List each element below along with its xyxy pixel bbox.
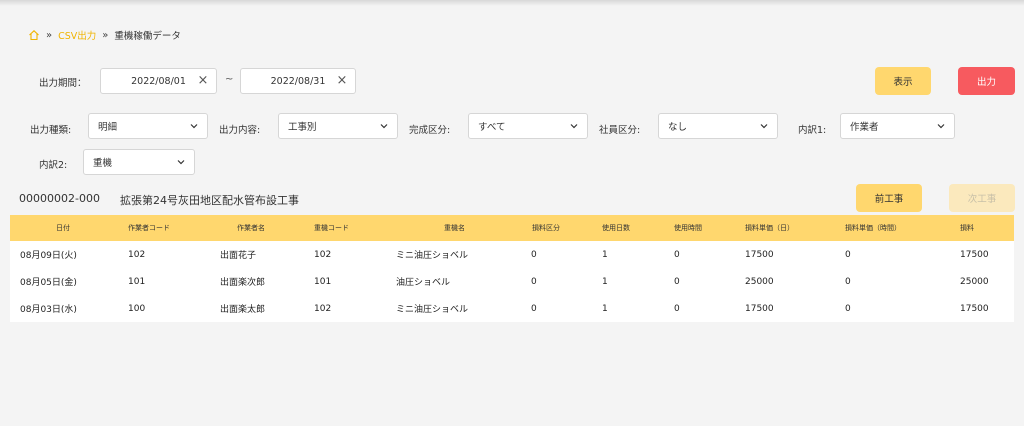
- completion-label: 完成区分:: [409, 125, 451, 136]
- cell-worker-name: 出面楽太郎: [220, 305, 266, 315]
- project-id: 00000002-000: [19, 192, 100, 205]
- cell-date: 08月03日(水): [20, 305, 77, 315]
- header-rental-fee: 損料: [960, 224, 974, 232]
- employee-select-value: なし: [668, 122, 688, 133]
- header-rental-category: 損料区分: [532, 224, 560, 232]
- cell-rental-category: 0: [531, 249, 537, 260]
- cell-rate-day: 25000: [745, 276, 774, 287]
- cell-worker-code: 101: [128, 276, 146, 287]
- cell-days-used: 1: [602, 249, 608, 260]
- chevron-down-icon: [570, 124, 578, 129]
- cell-machine-name: 油圧ショベル: [396, 278, 451, 288]
- export-button[interactable]: 出力: [958, 67, 1015, 95]
- header-days-used: 使用日数: [602, 224, 630, 232]
- breadcrumb-separator: »: [46, 29, 53, 41]
- header-worker-name: 作業者名: [237, 224, 265, 232]
- cell-days-used: 1: [602, 276, 608, 287]
- date-to-input[interactable]: 2022/08/31 ×: [240, 68, 356, 94]
- chevron-down-icon: [177, 160, 185, 165]
- table-row[interactable]: 08月09日(火) 102 出面花子 102 ミニ油圧ショベル 0 1 0 17…: [10, 241, 1014, 268]
- employee-label: 社員区分:: [599, 125, 641, 136]
- content-select[interactable]: 工事別: [278, 113, 398, 139]
- header-machine-code: 重機コード: [314, 224, 349, 232]
- header-hours-used: 使用時間: [674, 224, 702, 232]
- cell-hours-used: 0: [674, 276, 680, 287]
- cell-machine-code: 102: [314, 303, 332, 314]
- cell-rate-day: 17500: [745, 249, 774, 260]
- breadcrumb-current: 重機稼働データ: [114, 31, 181, 42]
- cell-rate-day: 17500: [745, 303, 774, 314]
- cell-machine-code: 101: [314, 276, 332, 287]
- cell-worker-code: 102: [128, 249, 146, 260]
- home-icon[interactable]: [28, 29, 40, 41]
- cell-date: 08月09日(火): [20, 251, 77, 261]
- table-row[interactable]: 08月05日(金) 101 出面楽次郎 101 油圧ショベル 0 1 0 250…: [10, 268, 1014, 295]
- cell-rental-fee: 17500: [960, 249, 989, 260]
- type-label: 出力種類:: [30, 125, 72, 136]
- table-header: 日付 作業者コード 作業者名 重機コード 重機名 損料区分 使用日数 使用時間 …: [10, 215, 1014, 241]
- prev-project-button[interactable]: 前工事: [856, 184, 922, 212]
- breakdown2-select-value: 重機: [93, 158, 113, 169]
- breadcrumb-link-csv[interactable]: CSV出力: [58, 28, 96, 42]
- cell-worker-name: 出面楽次郎: [220, 278, 266, 288]
- date-to-value: 2022/08/31: [270, 75, 326, 87]
- cell-date: 08月05日(金): [20, 278, 77, 288]
- breakdown1-select[interactable]: 作業者: [840, 113, 955, 139]
- breadcrumb-separator: »: [102, 29, 109, 41]
- header-worker-code: 作業者コード: [128, 224, 170, 232]
- cell-worker-code: 100: [128, 303, 146, 314]
- cell-hours-used: 0: [674, 303, 680, 314]
- display-button[interactable]: 表示: [875, 67, 931, 95]
- breakdown1-label: 内訳1:: [798, 125, 827, 136]
- header-rate-hour: 損料単価（時間）: [845, 224, 901, 232]
- cell-rate-hour: 0: [845, 303, 851, 314]
- breakdown2-label: 内訳2:: [39, 160, 68, 171]
- cell-rental-category: 0: [531, 276, 537, 287]
- cell-machine-code: 102: [314, 249, 332, 260]
- type-select-value: 明細: [98, 122, 118, 133]
- project-name: 拡張第24号灰田地区配水管布設工事: [120, 194, 299, 207]
- range-tilde: ~: [225, 74, 234, 85]
- cell-machine-name: ミニ油圧ショベル: [396, 251, 469, 261]
- cell-days-used: 1: [602, 303, 608, 314]
- period-label: 出力期間：: [39, 78, 87, 89]
- cell-rental-fee: 25000: [960, 276, 989, 287]
- data-table: 日付 作業者コード 作業者名 重機コード 重機名 損料区分 使用日数 使用時間 …: [10, 215, 1014, 322]
- cell-rate-hour: 0: [845, 276, 851, 287]
- completion-select-value: すべて: [478, 122, 506, 133]
- type-select[interactable]: 明細: [88, 113, 208, 139]
- cell-worker-name: 出面花子: [220, 251, 257, 261]
- table-row[interactable]: 08月03日(水) 100 出面楽太郎 102 ミニ油圧ショベル 0 1 0 1…: [10, 295, 1014, 322]
- cell-machine-name: ミニ油圧ショベル: [396, 305, 469, 315]
- header-date: 日付: [56, 224, 70, 232]
- date-from-value: 2022/08/01: [131, 75, 186, 87]
- clear-icon[interactable]: ×: [335, 74, 349, 88]
- employee-select[interactable]: なし: [658, 113, 778, 139]
- content-select-value: 工事別: [288, 122, 317, 133]
- breakdown1-select-value: 作業者: [850, 122, 879, 133]
- content-label: 出力内容:: [219, 125, 261, 136]
- header-machine-name: 重機名: [444, 224, 465, 232]
- completion-select[interactable]: すべて: [468, 113, 588, 139]
- chevron-down-icon: [937, 124, 945, 129]
- date-from-input[interactable]: 2022/08/01 ×: [100, 68, 217, 94]
- breakdown2-select[interactable]: 重機: [83, 149, 195, 175]
- header-rate-day: 損料単価（日）: [745, 224, 794, 232]
- cell-rental-category: 0: [531, 303, 537, 314]
- chevron-down-icon: [380, 124, 388, 129]
- top-shadow: [0, 0, 1024, 6]
- chevron-down-icon: [190, 124, 198, 129]
- cell-hours-used: 0: [674, 249, 680, 260]
- cell-rental-fee: 17500: [960, 303, 989, 314]
- breadcrumb: » CSV出力 » 重機稼働データ: [28, 28, 181, 42]
- chevron-down-icon: [760, 124, 768, 129]
- next-project-button[interactable]: 次工事: [949, 184, 1015, 212]
- cell-rate-hour: 0: [845, 249, 851, 260]
- clear-icon[interactable]: ×: [196, 74, 210, 88]
